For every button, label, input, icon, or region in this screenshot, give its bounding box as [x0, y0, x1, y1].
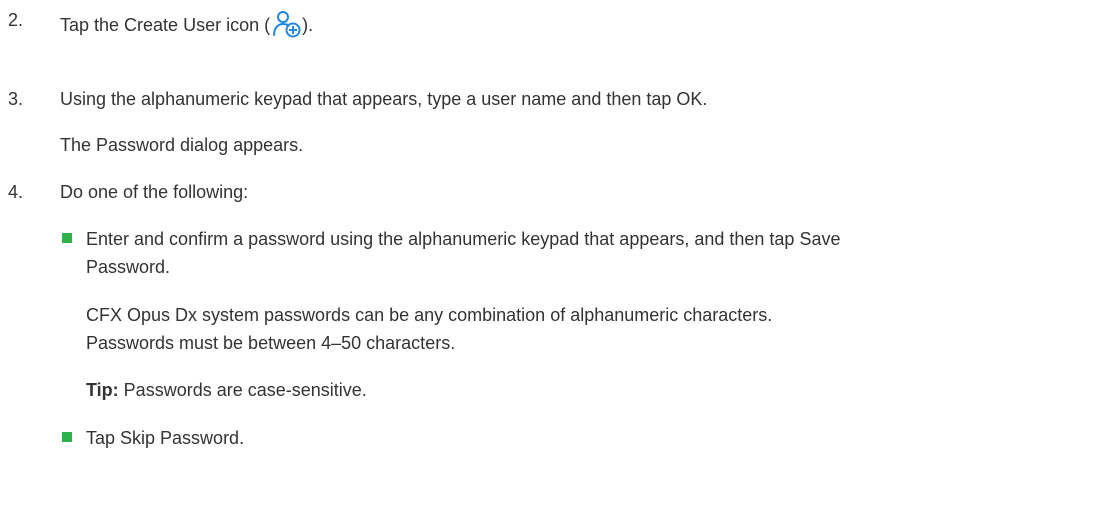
step-2-text-after: ).: [302, 15, 314, 35]
option-2-bullet: [62, 432, 72, 442]
step-4-text: Do one of the following:: [60, 182, 249, 202]
option-1-note-line-1: CFX Opus Dx system passwords can be any …: [86, 305, 773, 325]
create-user-icon: [273, 11, 301, 38]
step-3-number: 3.: [8, 89, 24, 109]
option-1-note-line-2: Passwords must be between 4–50 character…: [86, 333, 456, 353]
step-3-text: Using the alphanumeric keypad that appea…: [60, 89, 708, 109]
option-1-line-1: Enter and confirm a password using the a…: [86, 229, 841, 249]
option-1-line-2: Password.: [86, 257, 171, 277]
step-2-text: Tap the Create User icon ( ).: [60, 10, 313, 38]
option-1-bullet: [62, 233, 72, 243]
option-2-text: Tap Skip Password.: [86, 428, 245, 448]
step-2-text-before: Tap the Create User icon (: [60, 15, 271, 35]
tip-text: Passwords are case-sensitive.: [118, 380, 367, 400]
step-2-number: 2.: [8, 10, 24, 30]
option-1-tip: Tip: Passwords are case-sensitive.: [86, 376, 367, 404]
tip-label: Tip:: [86, 380, 119, 400]
step-4-number: 4.: [8, 182, 24, 202]
step-3-result: The Password dialog appears.: [60, 135, 304, 155]
